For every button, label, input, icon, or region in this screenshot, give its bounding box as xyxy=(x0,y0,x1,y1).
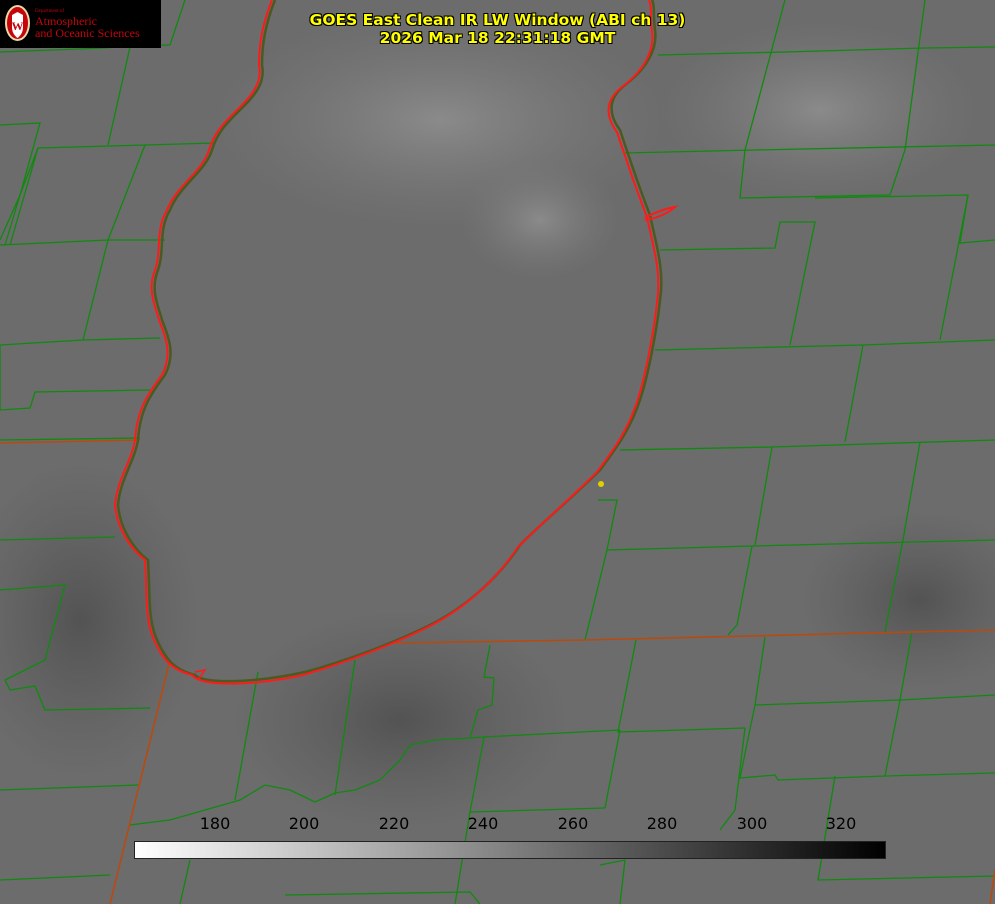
logo-line-2: and Oceanic Sciences xyxy=(35,26,140,40)
colorbar-tick-label: 200 xyxy=(288,814,320,833)
image-title: GOES East Clean IR LW Window (ABI ch 13)… xyxy=(240,11,755,47)
title-product: GOES East Clean IR LW Window (ABI ch 13) xyxy=(309,11,686,29)
location-marker xyxy=(598,481,604,487)
colorbar-tick-label: 220 xyxy=(378,814,410,833)
svg-text:W: W xyxy=(12,19,24,33)
colorbar-tick-label: 320 xyxy=(825,814,857,833)
satellite-image-viewer: W Department of Atmospheric and Oceanic … xyxy=(0,0,995,904)
colorbar-tick-label: 240 xyxy=(467,814,499,833)
uw-crest-icon: W xyxy=(5,5,30,41)
colorbar-tick-label: 180 xyxy=(199,814,231,833)
colorbar xyxy=(134,841,886,859)
aos-logo: W Department of Atmospheric and Oceanic … xyxy=(0,0,161,48)
title-timestamp: 2026 Mar 18 22:31:18 GMT xyxy=(379,29,616,47)
colorbar-tick-label: 260 xyxy=(557,814,589,833)
colorbar-tick-label: 300 xyxy=(736,814,768,833)
colorbar-tick-labels: 180 200 220 240 260 280 300 320 xyxy=(0,814,995,838)
cloud-region xyxy=(660,20,980,200)
satellite-map xyxy=(0,0,995,904)
cloud-region xyxy=(460,160,620,280)
colorbar-tick-label: 280 xyxy=(646,814,678,833)
